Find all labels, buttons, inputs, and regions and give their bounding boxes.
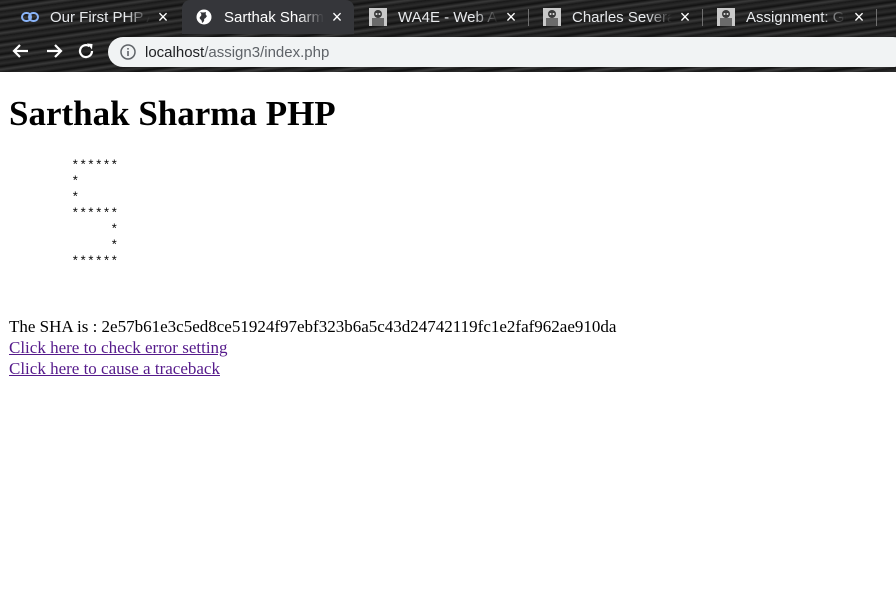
info-icon[interactable] <box>120 44 136 60</box>
link-icon <box>20 7 40 27</box>
url-path: /assign3/index.php <box>204 43 330 61</box>
tab-sarthak-sharma-php[interactable]: Sarthak Sharma PHP × <box>182 0 354 34</box>
browser-chrome: Our First PHP App × Sarthak Sharma PHP × <box>0 0 896 72</box>
tab-assignment[interactable]: Assignment: Get × <box>704 0 876 34</box>
tab-title: Our First PHP App <box>50 8 150 26</box>
tab-our-first-php-app[interactable]: Our First PHP App × <box>8 0 180 34</box>
close-icon[interactable]: × <box>328 8 346 26</box>
address-bar[interactable]: localhost/assign3/index.php <box>108 37 896 67</box>
tab-title: Charles Severance <box>572 8 672 26</box>
close-icon[interactable]: × <box>850 8 868 26</box>
error-setting-line: Click here to check error setting <box>9 337 228 358</box>
site-favicon-icon <box>542 7 562 27</box>
close-icon[interactable]: × <box>154 8 172 26</box>
close-icon[interactable]: × <box>676 8 694 26</box>
url-host: localhost <box>145 43 205 61</box>
browser-toolbar: localhost/assign3/index.php <box>0 34 896 70</box>
reload-button[interactable] <box>72 37 100 65</box>
page-title: Sarthak Sharma PHP <box>9 94 336 133</box>
tab-separator <box>876 9 877 26</box>
site-favicon-icon <box>368 7 388 27</box>
globe-icon <box>194 7 214 27</box>
error-setting-link[interactable]: Click here to check error setting <box>9 338 228 357</box>
tab-charles-severance[interactable]: Charles Severance × <box>530 0 702 34</box>
reload-icon <box>78 43 94 59</box>
sha-output: The SHA is : 2e57b61e3c5ed8ce51924f97ebf… <box>9 317 617 336</box>
tab-strip: Our First PHP App × Sarthak Sharma PHP × <box>0 0 896 34</box>
back-button[interactable] <box>7 37 35 65</box>
forward-button[interactable] <box>40 37 68 65</box>
arrow-right-icon <box>47 44 63 58</box>
tab-separator <box>702 9 703 26</box>
tab-title: Assignment: Get <box>746 8 846 26</box>
traceback-line: Click here to cause a traceback <box>9 358 220 379</box>
ascii-art: ****** * * ****** * * ****** <box>71 158 119 269</box>
page-content: Sarthak Sharma PHP ****** * * ****** * *… <box>0 72 896 616</box>
arrow-left-icon <box>12 44 28 58</box>
tab-separator <box>528 9 529 26</box>
site-favicon-icon <box>716 7 736 27</box>
tab-title: Sarthak Sharma PHP <box>224 8 324 26</box>
tab-wa4e[interactable]: WA4E - Web Applications for Everybody × <box>356 0 528 34</box>
tab-title: WA4E - Web Applications for Everybody <box>398 8 498 26</box>
traceback-link[interactable]: Click here to cause a traceback <box>9 359 220 378</box>
close-icon[interactable]: × <box>502 8 520 26</box>
